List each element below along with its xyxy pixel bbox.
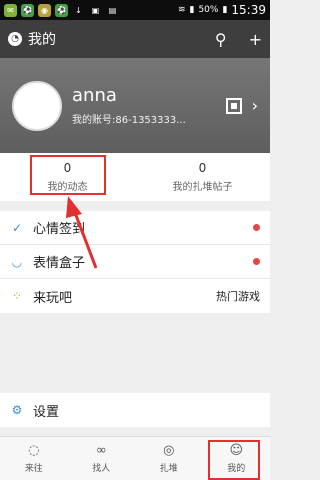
my-group-posts-stat[interactable]: 0 我的扎堆帖子: [135, 153, 270, 201]
app-notification-icon-2: ◉: [38, 3, 51, 17]
feature-list: ✓ 心情签到 ◡ 表情盒子 ⁘ 来玩吧 热门游戏: [0, 211, 270, 313]
mood-sign-item[interactable]: ✓ 心情签到: [0, 211, 270, 245]
settings-group: ⚙ 设置: [0, 393, 270, 427]
battery-level: 50%: [198, 5, 219, 15]
check-icon: ✓: [11, 220, 23, 235]
profile-card[interactable]: anna 我的账号:86-1353333... ›: [0, 58, 270, 153]
gear-icon: ⚙: [11, 403, 23, 417]
glasses-icon: ∞: [95, 443, 107, 458]
tab-laiwang-label: 来往: [24, 464, 43, 474]
circle-icon: ◎: [163, 443, 175, 458]
profile-name: anna: [72, 85, 117, 106]
hot-games-label: 热门游戏: [216, 290, 260, 303]
my-group-posts-label: 我的扎堆帖子: [172, 182, 233, 193]
app-logo-icon: ◔: [8, 32, 22, 46]
play-item[interactable]: ⁘ 来玩吧 热门游戏: [0, 279, 270, 313]
chevron-right-icon[interactable]: ›: [252, 96, 258, 115]
dots-icon: ⁘: [11, 289, 23, 303]
red-dot-badge: [253, 224, 260, 231]
mood-sign-label: 心情签到: [33, 222, 86, 237]
avatar[interactable]: [12, 80, 62, 131]
tab-group[interactable]: ◎ 扎堆: [135, 437, 203, 480]
play-label: 来玩吧: [33, 290, 73, 306]
game-notification-icon-2: ⚽: [55, 3, 68, 17]
notification-icon: ▤: [108, 5, 117, 15]
my-group-posts-count: 0: [198, 161, 207, 175]
emoji-box-label: 表情盒子: [33, 256, 86, 271]
page-title: 我的: [28, 32, 56, 48]
smile-icon: ◡: [11, 254, 23, 269]
clock: 15:39: [231, 3, 266, 17]
add-icon[interactable]: +: [249, 30, 262, 49]
tab-find-people-label: 找人: [92, 464, 111, 474]
emoji-box-item[interactable]: ◡ 表情盒子: [0, 245, 270, 279]
chat-icon: ◌: [28, 443, 40, 458]
signal-icon: ▮: [189, 5, 195, 15]
tab-group-label: 扎堆: [159, 464, 178, 474]
battery-icon: ▮: [222, 5, 228, 15]
wifi-icon: ≋: [177, 5, 186, 15]
image-icon: ▣: [91, 5, 100, 15]
download-icon: ↓: [75, 5, 82, 15]
highlight-box-my-posts: [30, 155, 106, 195]
game-notification-icon: ⚽: [21, 3, 34, 17]
highlight-box-tab-me: [208, 440, 260, 480]
qr-code-icon[interactable]: [225, 97, 242, 114]
tab-find-people[interactable]: ∞ 找人: [68, 437, 136, 480]
status-bar: ✉ ⚽ ◉ ⚽ ↓ ▣ ▤ ≋ ▮ 50% ▮ 15:39: [0, 0, 270, 20]
red-dot-badge: [253, 258, 260, 265]
tab-laiwang[interactable]: ◌ 来往: [0, 437, 68, 480]
header-bar: ◔ 我的 ⚲ +: [0, 20, 270, 58]
profile-account: 我的账号:86-1353333...: [72, 115, 186, 126]
app-notification-icon: ✉: [4, 3, 17, 17]
settings-item[interactable]: ⚙ 设置: [0, 393, 270, 427]
search-icon[interactable]: ⚲: [215, 30, 227, 49]
settings-label: 设置: [33, 404, 60, 420]
